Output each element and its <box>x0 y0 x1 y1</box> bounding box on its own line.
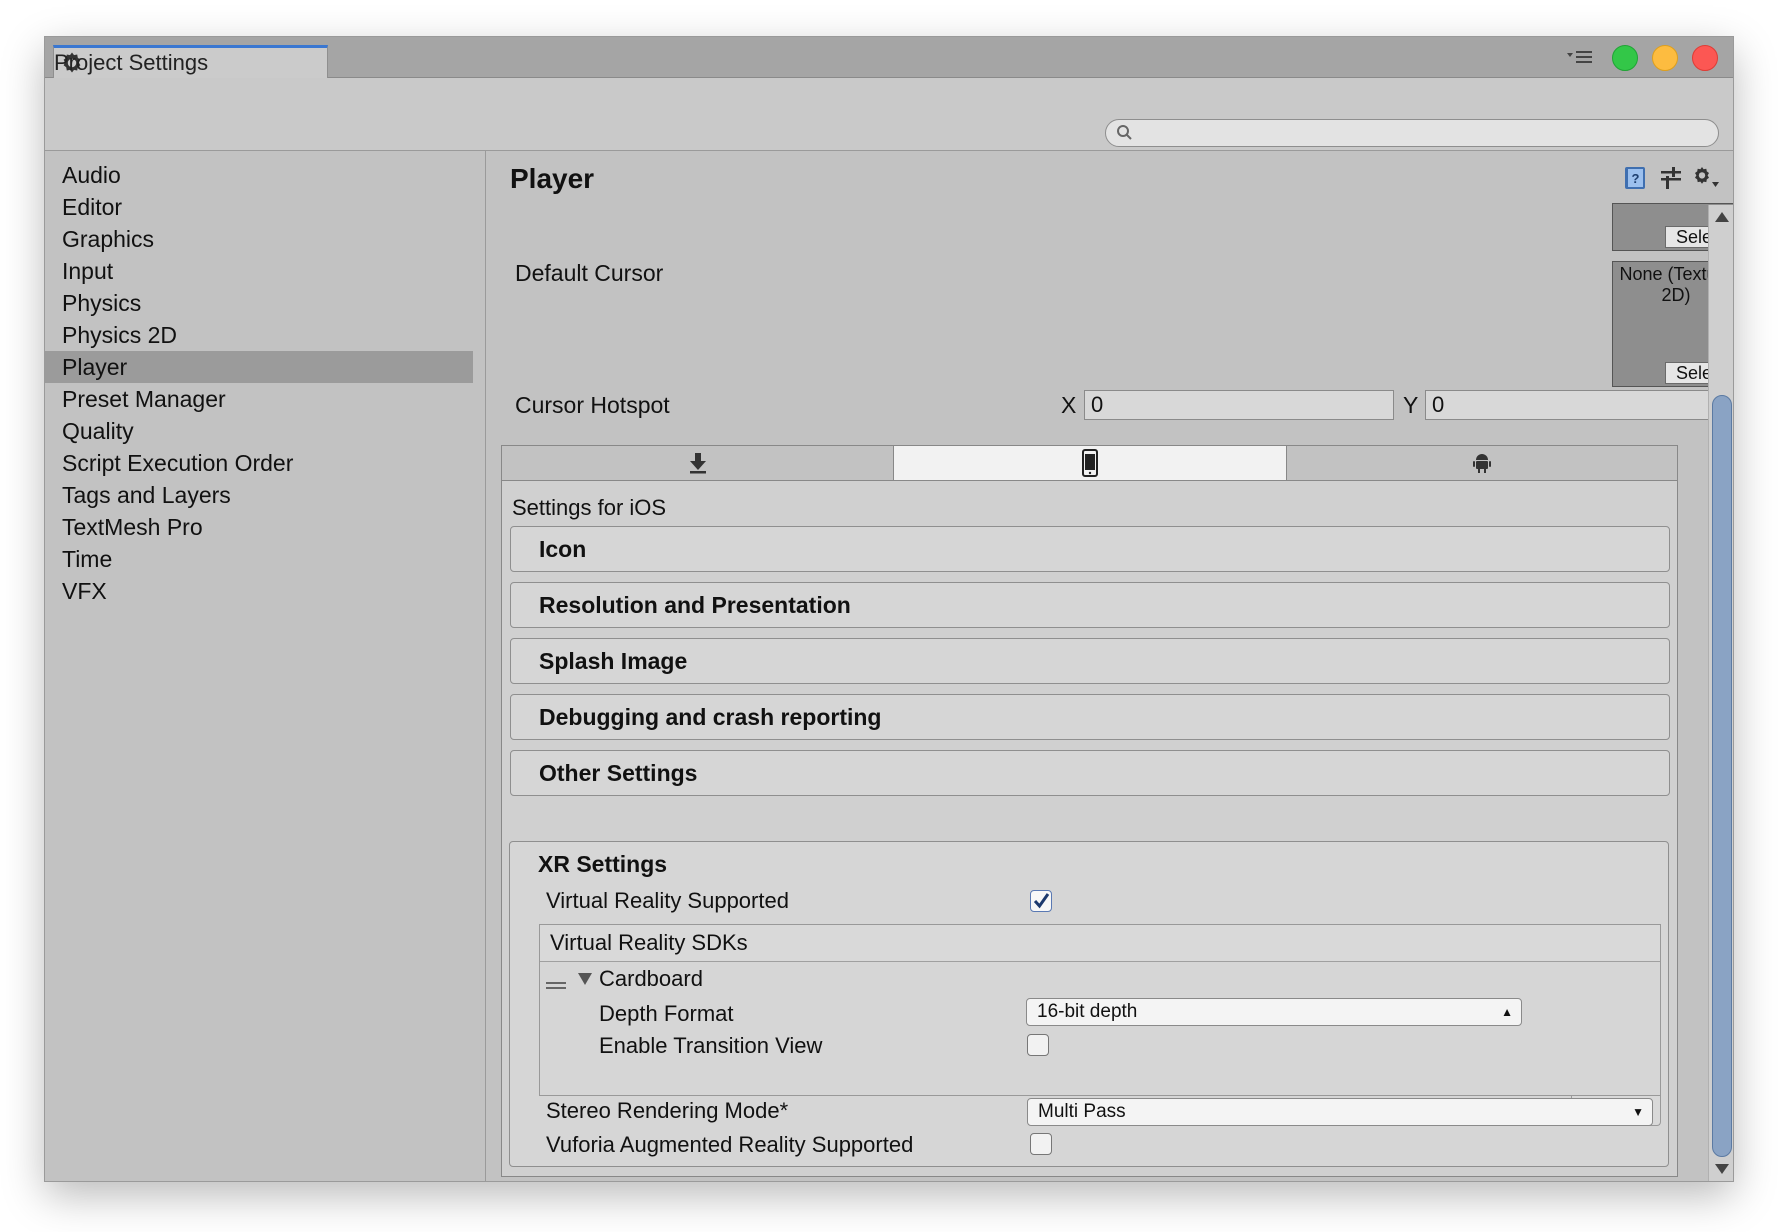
sidebar-item-player[interactable]: Player <box>45 351 473 383</box>
default-cursor-label: Default Cursor <box>515 260 664 286</box>
minimize-window-button[interactable] <box>1652 45 1678 71</box>
settings-sidebar: Audio Editor Graphics Input Physics Phys… <box>45 151 486 1181</box>
settings-gear-icon[interactable] <box>1691 165 1721 191</box>
scrollbar-thumb[interactable] <box>1712 395 1732 1157</box>
transition-view-label: Enable Transition View <box>599 1033 823 1058</box>
hotspot-x-label: X <box>1061 392 1077 418</box>
sidebar-item-physics-2d[interactable]: Physics 2D <box>45 319 473 351</box>
cardboard-label[interactable]: Cardboard <box>599 966 703 992</box>
scroll-up-icon[interactable] <box>1715 211 1729 223</box>
hotspot-y-input[interactable]: 0 <box>1425 390 1733 420</box>
sidebar-item-script-execution-order[interactable]: Script Execution Order <box>45 447 473 479</box>
close-window-button[interactable] <box>1692 45 1718 71</box>
checkmark-icon <box>1033 893 1050 909</box>
preset-sliders-icon[interactable] <box>1658 165 1684 191</box>
sidebar-item-textmesh-pro[interactable]: TextMesh Pro <box>45 511 473 543</box>
transition-view-checkbox[interactable] <box>1027 1034 1049 1056</box>
cursor-hotspot-label: Cursor Hotspot <box>515 392 670 418</box>
sidebar-item-graphics[interactable]: Graphics <box>45 223 473 255</box>
search-icon <box>1117 125 1132 140</box>
zoom-window-button[interactable] <box>1612 45 1638 71</box>
sidebar-item-vfx[interactable]: VFX <box>45 575 473 607</box>
section-icon-label: Icon <box>539 536 587 562</box>
section-icon[interactable]: Icon <box>510 526 1670 572</box>
window-tab[interactable]: Project Settings <box>53 45 328 78</box>
section-splash-label: Splash Image <box>539 648 688 674</box>
chevron-down-icon[interactable] <box>577 971 593 987</box>
android-icon <box>1473 454 1491 473</box>
sidebar-item-physics[interactable]: Physics <box>45 287 473 319</box>
depth-format-dropdown[interactable]: 16-bit depth ▲ <box>1026 998 1522 1026</box>
vuforia-checkbox[interactable] <box>1030 1133 1052 1155</box>
section-xr-settings: XR Settings Virtual Reality Supported Vi… <box>509 841 1669 1167</box>
player-settings-panel: Player ? Select Default Cursor None (Tex… <box>486 151 1733 1181</box>
depth-format-value: 16-bit depth <box>1037 1001 1138 1022</box>
stereo-rendering-value: Multi Pass <box>1038 1101 1126 1122</box>
vr-sdks-header: Virtual Reality SDKs <box>540 925 1660 962</box>
sidebar-item-audio[interactable]: Audio <box>45 159 473 191</box>
tab-android[interactable] <box>1287 446 1677 480</box>
sidebar-item-quality[interactable]: Quality <box>45 415 473 447</box>
window-tab-label: Project Settings <box>54 50 209 75</box>
stereo-rendering-dropdown[interactable]: Multi Pass ▼ <box>1027 1098 1653 1126</box>
help-book-icon[interactable]: ? <box>1622 165 1648 191</box>
page-title: Player <box>510 163 595 194</box>
hotspot-y-label: Y <box>1403 392 1419 418</box>
vr-sdks-list: Virtual Reality SDKs Cardboard Depth For… <box>539 924 1661 1096</box>
tab-ios[interactable] <box>894 446 1287 480</box>
svg-text:?: ? <box>1632 171 1640 186</box>
toolbar <box>45 78 1733 151</box>
title-bar: Project Settings <box>45 37 1733 78</box>
sidebar-item-input[interactable]: Input <box>45 255 473 287</box>
section-splash-image[interactable]: Splash Image <box>510 638 1670 684</box>
settings-for-label: Settings for iOS <box>512 495 667 520</box>
sidebar-item-preset-manager[interactable]: Preset Manager <box>45 383 473 415</box>
tab-standalone[interactable] <box>502 446 894 480</box>
vuforia-label: Vuforia Augmented Reality Supported <box>546 1132 914 1157</box>
vr-supported-label: Virtual Reality Supported <box>546 888 789 913</box>
vr-sdks-label: Virtual Reality SDKs <box>550 930 748 955</box>
vr-supported-checkbox[interactable] <box>1030 890 1052 912</box>
chevron-down-icon: ▼ <box>1632 1105 1644 1119</box>
updown-arrows-icon: ▲ <box>1501 1005 1513 1019</box>
section-debugging[interactable]: Debugging and crash reporting <box>510 694 1670 740</box>
sidebar-item-editor[interactable]: Editor <box>45 191 473 223</box>
ios-phone-icon <box>1082 449 1098 477</box>
sidebar-item-tags-and-layers[interactable]: Tags and Layers <box>45 479 473 511</box>
scroll-down-icon[interactable] <box>1715 1163 1729 1175</box>
section-debugging-label: Debugging and crash reporting <box>539 704 882 730</box>
section-other-settings[interactable]: Other Settings <box>510 750 1670 796</box>
sidebar-item-time[interactable]: Time <box>45 543 473 575</box>
window-menu-icon[interactable] <box>1565 47 1595 67</box>
search-input[interactable] <box>1105 119 1719 147</box>
stereo-rendering-label: Stereo Rendering Mode* <box>546 1098 789 1123</box>
section-other-label: Other Settings <box>539 760 698 786</box>
drag-handle-icon[interactable] <box>545 980 567 992</box>
hotspot-x-input[interactable]: 0 <box>1084 390 1394 420</box>
vertical-scrollbar[interactable] <box>1708 205 1733 1181</box>
platform-tab-bar <box>501 445 1678 481</box>
standalone-download-icon <box>689 453 706 474</box>
depth-format-label: Depth Format <box>599 1001 734 1026</box>
section-resolution-and-presentation[interactable]: Resolution and Presentation <box>510 582 1670 628</box>
section-resolution-label: Resolution and Presentation <box>539 592 851 618</box>
project-settings-window: Project Settings Audio Editor Graphics I… <box>45 37 1733 1181</box>
xr-settings-title[interactable]: XR Settings <box>538 851 667 878</box>
